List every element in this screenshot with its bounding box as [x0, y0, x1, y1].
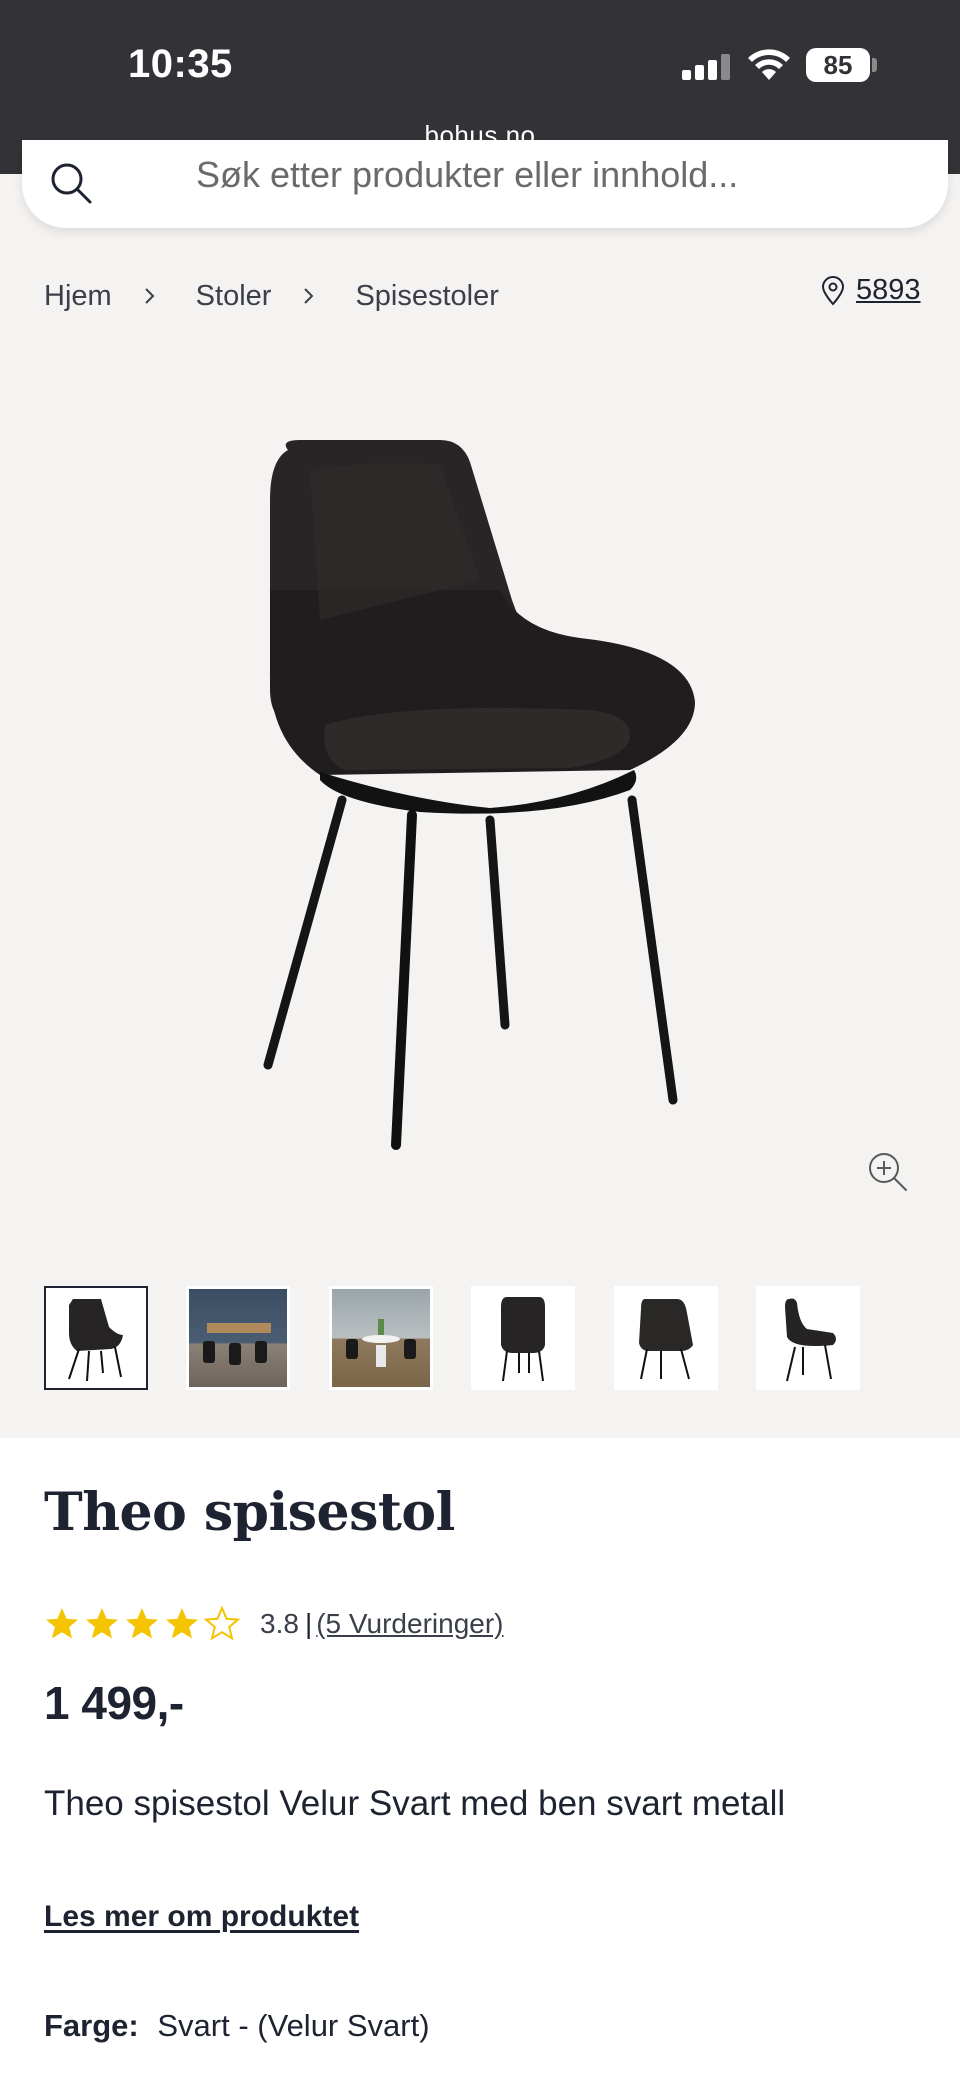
color-value: Svart - (Velur Svart)	[157, 2008, 430, 2043]
star-icon	[86, 1608, 118, 1639]
battery-cap	[872, 58, 877, 72]
product-description: Theo spisestol Velur Svart med ben svart…	[44, 1784, 786, 1823]
thumbnail-5[interactable]	[614, 1286, 718, 1390]
breadcrumb-item-stoler[interactable]: Stoler	[196, 280, 272, 313]
cellular-signal-icon	[682, 54, 730, 80]
star-icon	[126, 1608, 158, 1639]
thumbnail-room-image	[332, 1289, 430, 1387]
breadcrumb-item-spisestoler[interactable]: Spisestoler	[355, 280, 498, 313]
read-more-link[interactable]: Les mer om produktet	[44, 1900, 359, 1934]
search-bar[interactable]: Søk etter produkter eller innhold...	[22, 140, 948, 228]
thumbnail-chair-front-image	[501, 1297, 545, 1382]
chevron-right-icon	[304, 288, 314, 304]
search-input[interactable]: Søk etter produkter eller innhold...	[196, 154, 738, 196]
status-time: 10:35	[128, 42, 233, 86]
store-number-link[interactable]: 5893	[856, 274, 921, 307]
rating-value: 3.8	[260, 1608, 299, 1639]
reviews-link[interactable]: (5 Vurderinger)	[316, 1608, 503, 1640]
color-label: Farge:	[44, 2008, 139, 2043]
star-icon	[166, 1608, 198, 1639]
store-selector[interactable]: 5893	[820, 274, 921, 307]
thumbnail-4[interactable]	[471, 1286, 575, 1390]
color-selector[interactable]: Farge: Svart - (Velur Svart)	[44, 2008, 430, 2044]
location-pin-icon	[821, 275, 845, 305]
star-icon	[204, 1606, 240, 1641]
thumbnail-6[interactable]	[756, 1286, 860, 1390]
thumbnail-1[interactable]	[44, 1286, 148, 1390]
rating-separator: |	[304, 1608, 313, 1639]
product-rating[interactable]: 3.8 | (5 Vurderinger)	[44, 1606, 503, 1642]
product-price: 1 499,-	[44, 1677, 184, 1729]
battery-indicator: 85	[806, 48, 870, 82]
thumbnail-2[interactable]	[186, 1286, 290, 1390]
star-icon	[46, 1608, 78, 1639]
chevron-right-icon	[144, 288, 155, 304]
product-title: Theo spisestol	[44, 1482, 455, 1543]
thumbnail-3[interactable]	[329, 1286, 433, 1390]
thumbnail-chair-back-image	[639, 1299, 693, 1380]
search-icon[interactable]	[48, 160, 94, 206]
wifi-icon	[748, 49, 790, 80]
breadcrumb-item-hjem[interactable]: Hjem	[44, 280, 112, 313]
thumbnail-chair-image	[68, 1299, 123, 1382]
rating-stars	[44, 1606, 244, 1642]
thumbnail-chair-side-image	[785, 1298, 836, 1382]
thumbnail-room-image	[189, 1289, 287, 1387]
zoom-in-icon[interactable]	[866, 1150, 908, 1192]
breadcrumb: Hjem Stoler Spisestoler	[44, 276, 499, 316]
product-main-image[interactable]	[250, 440, 710, 1150]
